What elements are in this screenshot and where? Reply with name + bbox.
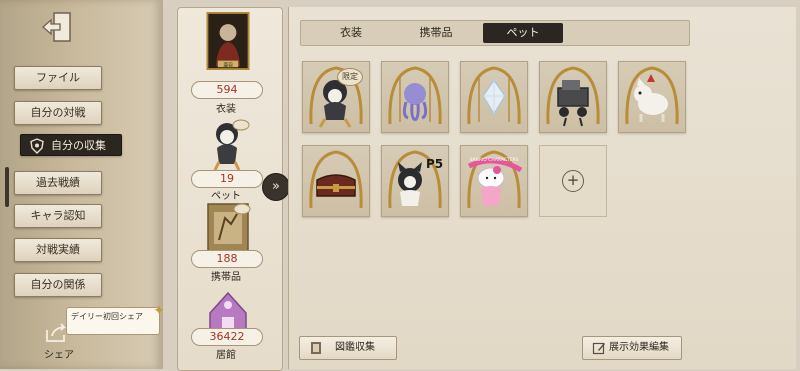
plus-icon: + — [562, 170, 584, 192]
robot-pet-icon — [546, 66, 600, 127]
display-effect-edit-label: 展示効果編集 — [609, 342, 669, 353]
pet-item-robot[interactable] — [539, 61, 607, 133]
costume-card-name: 亜羽 — [223, 62, 233, 68]
costume-label: 衣装 — [216, 104, 236, 115]
pet-count: 19 — [191, 170, 263, 188]
octopus-pet-icon — [388, 66, 442, 125]
display-effect-edit-button[interactable]: 展示効果編集 — [582, 336, 682, 360]
exit-icon[interactable] — [40, 10, 74, 44]
pet-figure-icon[interactable] — [205, 114, 251, 172]
share-icon[interactable] — [44, 322, 70, 344]
shield-icon — [30, 138, 44, 154]
pet-item-kitty[interactable]: SANRIO CHARACTERS — [460, 145, 528, 217]
dog-pet-icon — [625, 66, 679, 125]
tab-accessory[interactable]: 携帯品 — [396, 21, 476, 45]
tab-pet[interactable]: ペット — [483, 23, 563, 43]
residence-count: 36422 — [191, 328, 263, 346]
daily-share-bubble[interactable]: デイリー初回シェア ✦ — [66, 304, 165, 335]
persona-cat-pet-icon: P5 — [388, 150, 443, 209]
residence-label: 居館 — [216, 350, 236, 361]
kitty-pet-icon: SANRIO CHARACTERS — [467, 150, 523, 209]
tab-costume[interactable]: 衣装 — [311, 21, 391, 45]
sparkle-icon: ✦ — [153, 303, 165, 319]
pet-item-crystal[interactable] — [460, 61, 528, 133]
sidebar: ファイル 自分の対戦 自分の収集 過去戦績 キャラ認知 対戦実績 自分の関係 デ… — [0, 0, 165, 369]
pet-item-chest[interactable] — [302, 145, 370, 217]
limited-badge: 限定 — [337, 68, 363, 86]
share-label: シェア — [44, 350, 74, 361]
menu-past-records[interactable]: 過去戦績 — [14, 171, 102, 195]
chest-pet-icon — [309, 150, 363, 209]
pet-item-penguin[interactable]: 限定 — [302, 61, 370, 133]
catalog-collection-button[interactable]: 図鑑収集 — [299, 336, 397, 360]
expand-panel-button[interactable]: » — [262, 173, 290, 201]
menu-file[interactable]: ファイル — [14, 66, 102, 90]
menu-my-relationships[interactable]: 自分の関係 — [14, 273, 102, 297]
costume-card-icon[interactable]: 亜羽 — [205, 12, 251, 70]
catalog-collection-label: 図鑑収集 — [335, 342, 375, 353]
crystal-pet-icon — [467, 66, 521, 125]
accessory-label: 携帯品 — [211, 272, 241, 283]
menu-battle-achievements[interactable]: 対戦実績 — [14, 238, 102, 262]
sanrio-logo-text: SANRIO CHARACTERS — [469, 157, 518, 163]
menu-my-collection-label: 自分の収集 — [51, 139, 106, 152]
collection-tabs: 衣装 携帯品 ペット — [300, 20, 690, 46]
section-marker — [5, 167, 9, 207]
daily-share-text: デイリー初回シェア — [71, 312, 143, 321]
persona-logo-text: P5 — [426, 157, 443, 171]
menu-my-matches[interactable]: 自分の対戦 — [14, 101, 102, 125]
pet-item-octopus[interactable] — [381, 61, 449, 133]
pet-item-dog[interactable] — [618, 61, 686, 133]
pet-item-persona-cat[interactable]: P5 — [381, 145, 449, 217]
costume-count: 594 — [191, 81, 263, 99]
menu-my-collection[interactable]: 自分の収集 — [20, 134, 122, 156]
add-display-slot[interactable]: + — [539, 145, 607, 217]
accessory-count: 188 — [191, 250, 263, 268]
menu-character-recognition[interactable]: キャラ認知 — [14, 204, 102, 228]
